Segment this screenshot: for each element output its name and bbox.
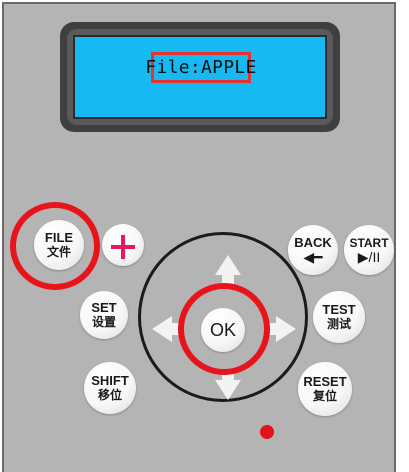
up-arrow-button[interactable]: [215, 255, 241, 275]
status-led: [260, 425, 274, 439]
lcd-text: File:APPLE: [145, 57, 257, 78]
lcd-highlight-box: File:APPLE: [145, 52, 256, 83]
right-arrow-button[interactable]: [276, 316, 296, 342]
back-arrow-icon: ◀━: [303, 249, 323, 265]
reset-button-label-cn: 复位: [312, 389, 337, 403]
shift-button[interactable]: SHIFT 移位: [84, 362, 136, 414]
shift-button-label-cn: 移位: [97, 388, 122, 402]
file-highlight-circle: [10, 202, 100, 290]
left-arrow-button[interactable]: [152, 316, 172, 342]
down-arrow-button[interactable]: [215, 380, 241, 400]
lcd-screen: File:APPLE: [73, 35, 327, 119]
play-pause-icon: ▶/II: [357, 249, 381, 265]
plus-icon-vertical: [121, 235, 125, 259]
control-panel-screenshot: File:APPLE FILE 文件 BACK ◀━ START ▶/II SE…: [0, 0, 409, 472]
start-button[interactable]: START ▶/II: [344, 225, 394, 275]
lcd-bezel: File:APPLE: [60, 22, 340, 132]
back-button[interactable]: BACK ◀━: [288, 225, 338, 275]
set-button-label-cn: 设置: [91, 315, 116, 329]
test-button[interactable]: TEST 测试: [313, 291, 365, 343]
test-button-label-cn: 测试: [326, 317, 351, 331]
reset-button[interactable]: RESET 复位: [298, 362, 352, 416]
lcd-inner-frame: File:APPLE: [67, 29, 333, 125]
set-button-label: SET: [91, 300, 117, 315]
set-button[interactable]: SET 设置: [80, 291, 128, 339]
ok-highlight-circle: [178, 283, 270, 375]
back-button-label: BACK: [294, 235, 332, 250]
test-button-label: TEST: [322, 302, 356, 317]
start-button-label: START: [349, 236, 389, 250]
reset-button-label: RESET: [303, 374, 347, 389]
shift-button-label: SHIFT: [91, 373, 129, 388]
